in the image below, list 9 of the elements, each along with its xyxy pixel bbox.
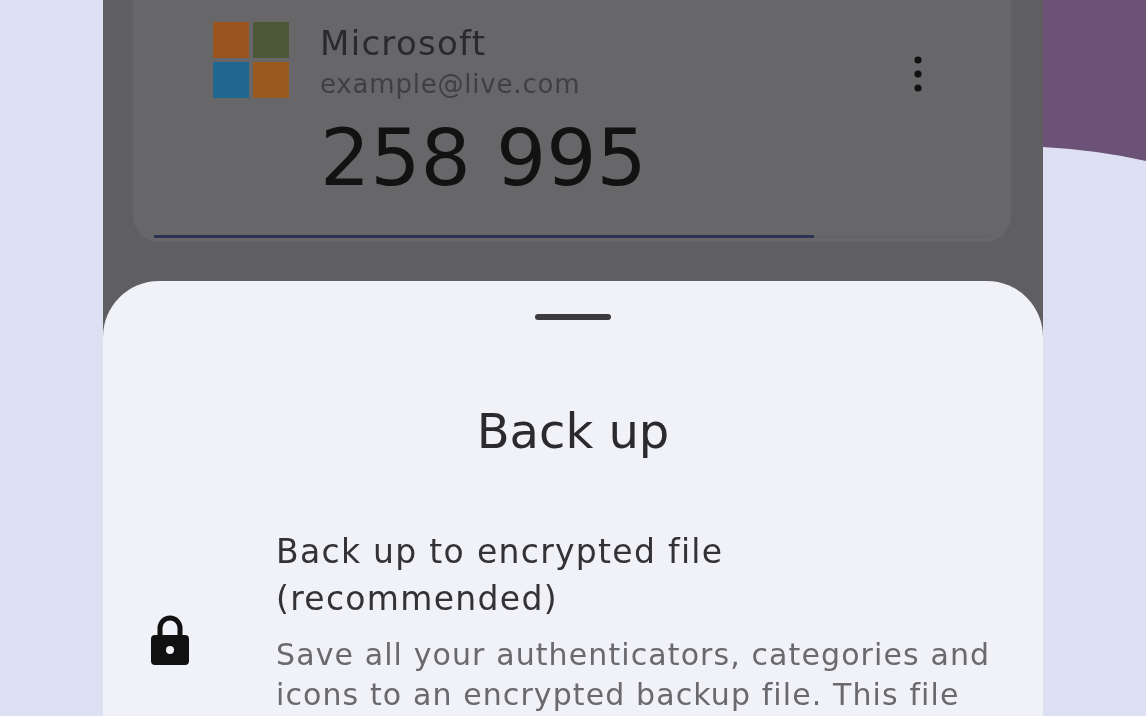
drag-handle[interactable] [535,314,611,320]
otp-code: 258 995 [320,113,647,203]
option-title[interactable]: Back up to encrypted file (recommended) [276,528,1008,622]
sheet-title: Back up [476,403,670,459]
option-description: Save all your authenticators, categories and icons to an encrypted backup file. This file [276,636,992,714]
padlock-icon [150,614,190,665]
more-options-icon[interactable] [914,56,922,92]
four-squares-icon [213,22,289,98]
issuer-name: Microsoft [320,23,488,63]
